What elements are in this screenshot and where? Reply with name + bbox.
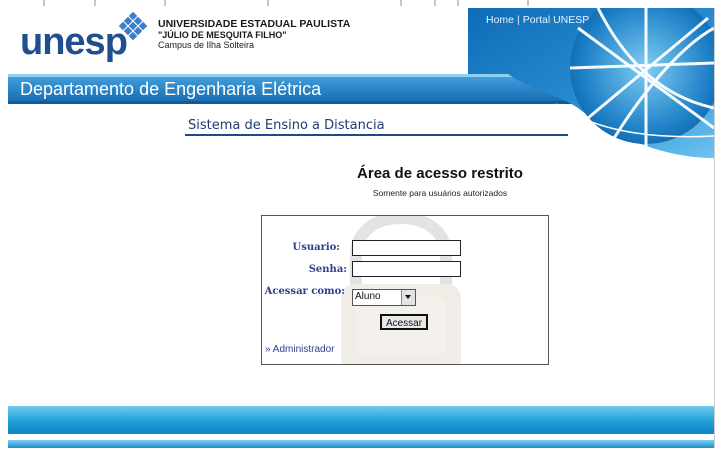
- password-label: Senha:: [308, 264, 347, 275]
- unesp-logo[interactable]: unesp: [20, 23, 128, 61]
- university-name: UNIVERSIDADE ESTADUAL PAULISTA: [158, 18, 351, 30]
- link-separator: |: [517, 14, 520, 26]
- restricted-area-title: Área de acesso restrito: [357, 165, 523, 182]
- user-label: Usuario:: [292, 242, 340, 253]
- campus-name: Campus de Ilha Solteira: [158, 40, 255, 50]
- password-input[interactable]: [352, 261, 461, 277]
- unesp-flower-icon: [118, 11, 148, 41]
- user-input[interactable]: [352, 240, 461, 256]
- login-form: Usuario: Senha: Acessar como: Aluno Aces…: [261, 215, 549, 365]
- top-links: Home | Portal UNESP: [486, 14, 589, 26]
- submit-button[interactable]: Acessar: [380, 314, 428, 330]
- system-title: Sistema de Ensino a Distancia: [188, 118, 385, 133]
- portal-unesp-link[interactable]: Portal UNESP: [523, 14, 590, 26]
- restricted-area-subtitle: Somente para usuários autorizados: [372, 188, 508, 198]
- footer-bar: [8, 406, 714, 434]
- chevron-down-icon[interactable]: [401, 290, 415, 305]
- page-frame: unesp UNIVERSIDADE ESTADUAL PAULISTA "JÚ…: [8, 8, 715, 448]
- top-ruler-ticks: [43, 0, 529, 6]
- role-label: Acessar como:: [264, 286, 345, 297]
- system-title-underline: [185, 134, 568, 136]
- admin-link[interactable]: » Administrador: [265, 344, 334, 355]
- home-link[interactable]: Home: [486, 14, 514, 26]
- role-select[interactable]: Aluno: [352, 289, 416, 306]
- role-select-value: Aluno: [355, 291, 381, 302]
- footer-line: [8, 440, 714, 448]
- department-title: Departamento de Engenharia Elétrica: [20, 79, 322, 99]
